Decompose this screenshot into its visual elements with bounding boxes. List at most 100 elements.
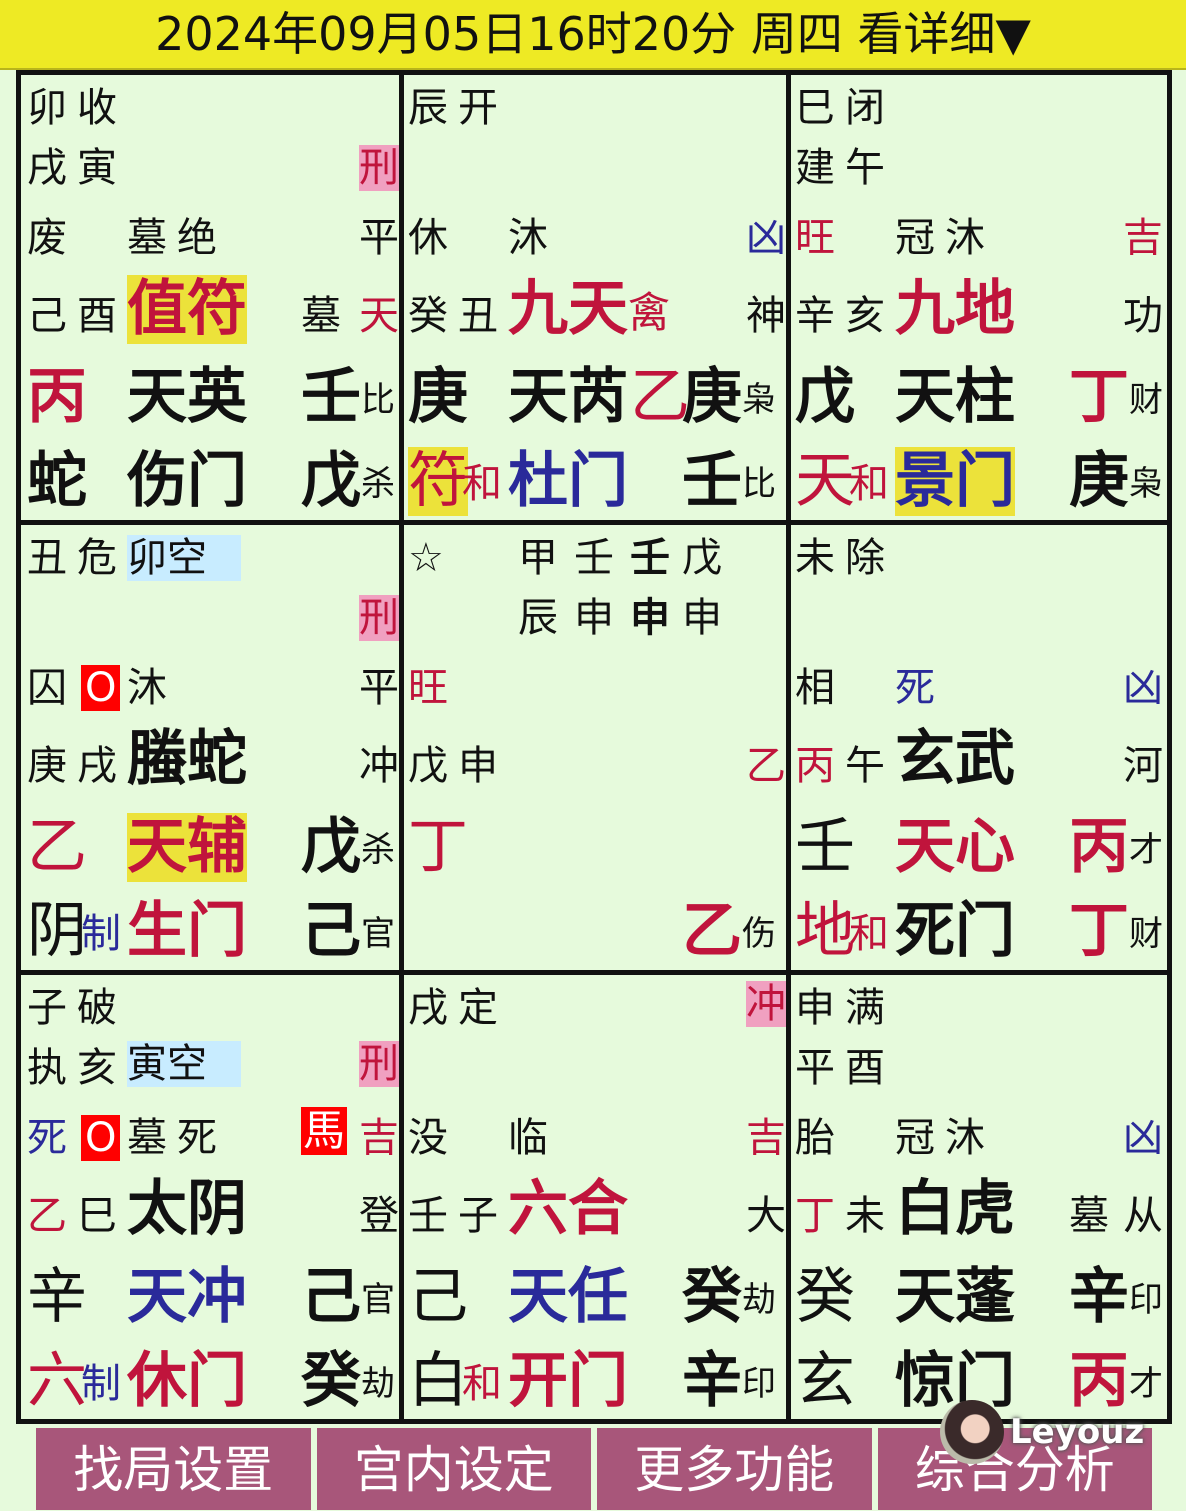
relation-label: 财 — [1129, 380, 1163, 420]
earth-stem: 丁 — [1069, 896, 1129, 966]
star-name: 天心 — [895, 812, 1015, 882]
find-setup-button[interactable]: 找局设置 — [36, 1428, 311, 1510]
hidden-stem: 癸 — [682, 1262, 742, 1332]
branch-label: 戌 — [408, 985, 448, 1031]
deity-name: 地 — [795, 896, 855, 966]
luck-label: 平 — [359, 665, 399, 711]
state-label: 囚 — [27, 665, 67, 711]
star-name: 天柱 — [895, 362, 1015, 432]
god-name: 九天 — [508, 274, 628, 344]
relation-label-2: 比 — [742, 464, 776, 504]
heaven-stem: 癸 — [795, 1262, 855, 1332]
side-label: 天 — [359, 293, 399, 339]
stage-label: 冠 — [895, 215, 935, 261]
branch-label: 巳 — [795, 85, 835, 131]
hidden-stem: 壬 — [301, 362, 361, 432]
more-functions-button[interactable]: 更多功能 — [597, 1428, 872, 1510]
palace-mao[interactable]: 卯 收 戌 寅 刑 废 墓 绝 平 己 酉 值符 墓 天 丙 天英 壬 比 蛇 … — [21, 75, 404, 525]
relation-label: 比 — [361, 380, 395, 420]
relation-label-2: 枭 — [1129, 464, 1163, 504]
watermark-text: Leyouz — [1010, 1412, 1145, 1452]
month-label: 平 — [795, 1045, 835, 1091]
state-label: 相 — [795, 665, 835, 711]
pillar-stem-day: 壬 — [630, 535, 670, 581]
he-label: 和 — [462, 461, 502, 507]
hidden-stem: 丙 — [1069, 812, 1129, 882]
luck-label: 凶 — [1123, 1115, 1163, 1161]
branch-sub: 子 — [458, 1193, 498, 1239]
month-label: 戌 — [27, 145, 67, 191]
luck-label: 吉 — [359, 1115, 399, 1161]
day-label: 酉 — [845, 1045, 885, 1091]
luck-label: 凶 — [746, 215, 786, 261]
stage-label-2: 绝 — [177, 215, 217, 261]
jianchu-label: 满 — [845, 985, 885, 1031]
stage-label-2: 沐 — [127, 665, 167, 711]
stage-label-2: 沐 — [945, 215, 985, 261]
palace-wei[interactable]: 未 除 相 死 凶 丙 午 玄武 河 壬 天心 丙 才 地 和 死门 丁 财 — [791, 525, 1167, 975]
month-label: 建 — [795, 145, 835, 191]
palace-chou[interactable]: 丑 危 卯空 刑 囚 O 沐 平 庚 戌 螣蛇 冲 乙 天辅 戊 杀 阴 制 生… — [21, 525, 404, 975]
star-name: 天英 — [127, 362, 247, 432]
god-name: 六合 — [508, 1174, 628, 1244]
stage-label: 墓 — [127, 1115, 167, 1161]
stage-label: 死 — [895, 665, 935, 711]
palace-settings-button[interactable]: 宫内设定 — [316, 1428, 591, 1510]
relation-label-2: 杀 — [361, 464, 395, 504]
god-name: 值符 — [127, 274, 247, 344]
luck-label: 吉 — [1123, 215, 1163, 261]
palace-xu[interactable]: 戌 定 冲 没 临 吉 壬 子 六合 大 己 天任 癸 劫 白 和 开门 辛 印 — [404, 975, 791, 1419]
heaven-stem: 己 — [408, 1262, 468, 1332]
stem-label: 癸 — [408, 293, 448, 339]
xing-mark: 刑 — [359, 145, 399, 191]
state-label: 胎 — [795, 1115, 835, 1161]
branch-sub: 巳 — [77, 1193, 117, 1239]
god-suffix: 禽 — [628, 288, 671, 337]
stage-label-2: 沐 — [945, 1115, 985, 1161]
god-name: 白虎 — [895, 1174, 1015, 1244]
jianchu-label: 除 — [845, 535, 885, 581]
side-label: 乙 — [746, 743, 786, 789]
state-label: 废 — [27, 215, 67, 261]
earth-stem: 己 — [301, 896, 361, 966]
earth-stem: 辛 — [682, 1346, 742, 1416]
branch-sub: 申 — [458, 743, 498, 789]
deity-name: 蛇 — [27, 446, 87, 516]
branch-sub: 午 — [845, 743, 885, 789]
state-label: 死 — [27, 1115, 67, 1161]
xing-mark: 刑 — [359, 1041, 399, 1087]
day-label: 寅 — [77, 145, 117, 191]
palace-si[interactable]: 巳 闭 建 午 旺 冠 沐 吉 辛 亥 九地 功 戊 天柱 丁 财 天 和 景门… — [791, 75, 1167, 525]
day-label: 午 — [845, 145, 885, 191]
star-name: 天冲 — [127, 1262, 247, 1332]
hidden-stem: 丁 — [1069, 362, 1129, 432]
relation-label-2: 才 — [1129, 1364, 1163, 1404]
side-label: 冲 — [359, 743, 399, 789]
pillar-stem-month: 壬 — [574, 535, 614, 581]
jianchu-label: 定 — [458, 985, 498, 1031]
earth-stem: 癸 — [301, 1346, 361, 1416]
deity-name: 符 — [408, 446, 468, 516]
heaven-stem: 丙 — [27, 362, 87, 432]
datetime-header[interactable]: 2024年09月05日16时20分 周四 看详细▼ — [0, 0, 1186, 70]
heaven-stem: 壬 — [795, 812, 855, 882]
pillar-stem-year: 甲 — [518, 535, 558, 581]
palace-shen[interactable]: 申 满 平 酉 胎 冠 沐 凶 丁 未 白虎 墓 从 癸 天蓬 辛 印 玄 惊门… — [791, 975, 1167, 1419]
earth-stem: 戊 — [301, 446, 361, 516]
palace-chen[interactable]: 辰 开 休 沐 凶 癸 丑 九天 禽 神 庚 天芮 乙 庚 枭 符 和 杜门 壬… — [404, 75, 791, 525]
void-circle-badge: O — [81, 1115, 121, 1161]
palace-center[interactable]: ☆ 甲 壬 壬 戊 辰 申 申 申 旺 戊 申 乙 丁 乙 伤 — [404, 525, 791, 975]
palace-zi[interactable]: 子 破 执 亥 寅空 刑 死 O 墓 死 馬 吉 乙 巳 太阴 登 辛 天冲 己… — [21, 975, 404, 1419]
stem-label: 戊 — [408, 743, 448, 789]
jianchu-label: 破 — [77, 985, 117, 1031]
relation-label-2: 官 — [361, 914, 395, 954]
kong-badge: 寅空 — [127, 1041, 241, 1087]
door-name: 死门 — [895, 896, 1015, 966]
he-label: 和 — [462, 1361, 502, 1407]
state-label: 没 — [408, 1115, 448, 1161]
star-name: 天辅 — [127, 812, 247, 882]
stage-label: 冠 — [895, 1115, 935, 1161]
branch-label: 申 — [795, 985, 835, 1031]
earth-stem: 庚 — [1069, 446, 1129, 516]
god-name: 螣蛇 — [127, 724, 247, 794]
